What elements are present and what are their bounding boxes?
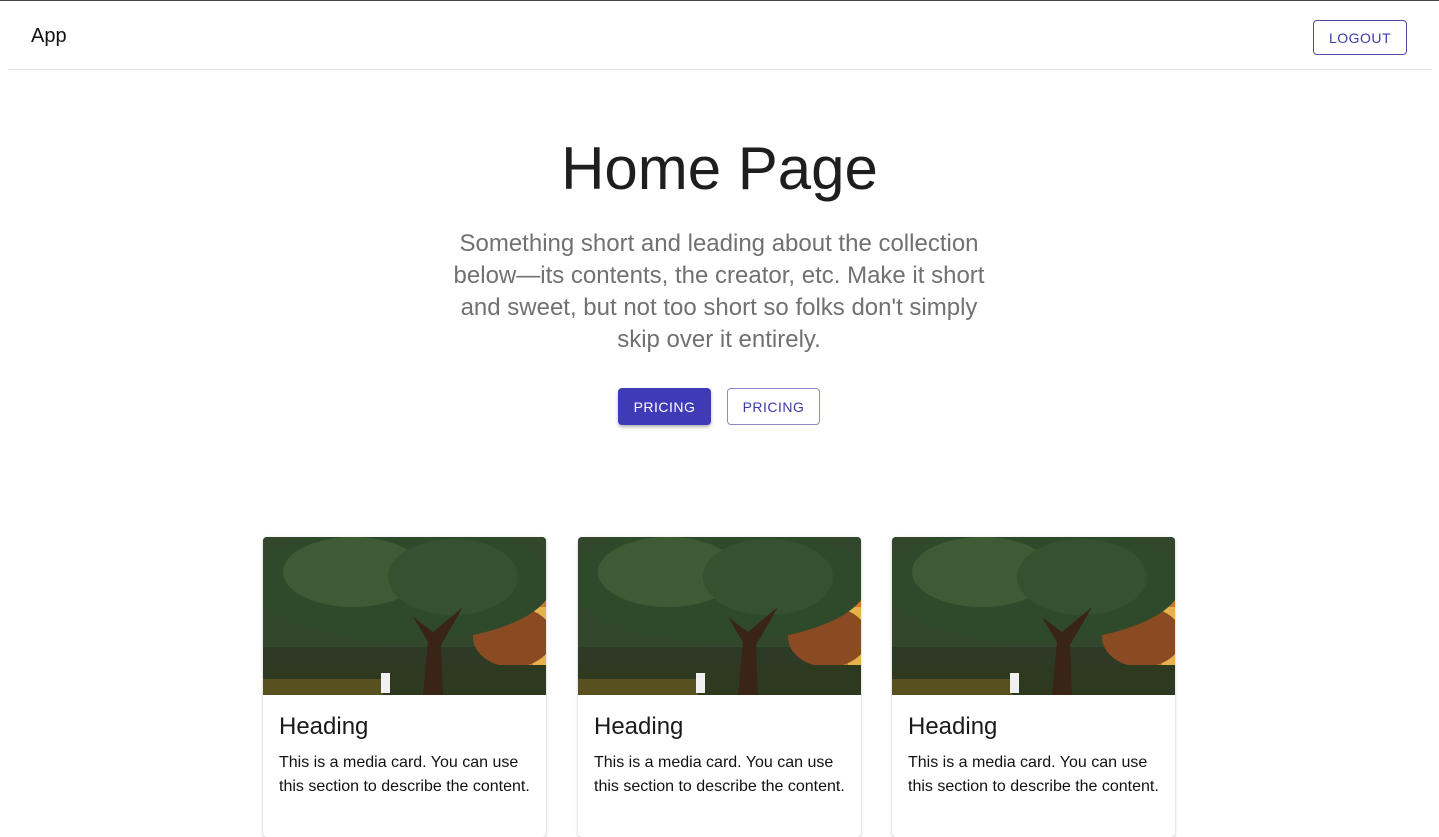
card-description: This is a media card. You can use this s… [279,754,530,795]
page-title: Home Page [561,135,878,202]
pricing-button-secondary[interactable]: PRICING [727,388,820,425]
card-image [263,537,546,695]
media-card[interactable]: Heading This is a media card. You can us… [892,537,1175,837]
media-card[interactable]: Heading This is a media card. You can us… [263,537,546,837]
pricing-button-primary[interactable]: PRICING [618,388,711,425]
card-image [578,537,861,695]
card-image [892,537,1175,695]
card-description: This is a media card. You can use this s… [908,754,1159,795]
logout-button[interactable]: LOGOUT [1313,20,1407,55]
app-title: App [31,25,67,47]
app-bar: App LOGOUT [8,1,1432,70]
card-heading: Heading [279,713,369,740]
card-description: This is a media card. You can use this s… [594,754,845,795]
card-heading: Heading [908,713,998,740]
media-card[interactable]: Heading This is a media card. You can us… [578,537,861,837]
hero-description: Something short and leading about the co… [453,230,985,353]
card-heading: Heading [594,713,684,740]
